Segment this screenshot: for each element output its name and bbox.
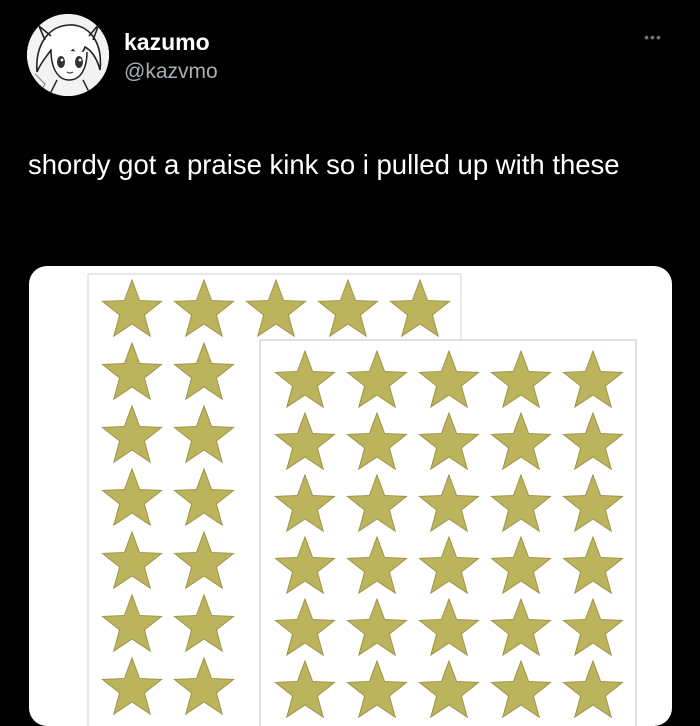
tweet-media[interactable] [29,266,672,726]
tweet[interactable]: kazumo @kazvmo ••• shordy got a praise k… [0,0,700,726]
author-handle[interactable]: @kazvmo [124,60,218,84]
gold-star-stickers-image [87,273,637,726]
more-options-icon[interactable]: ••• [640,30,666,44]
author-avatar[interactable] [27,14,109,96]
tweet-text: shordy got a praise kink so i pulled up … [28,149,620,180]
author-display-name[interactable]: kazumo [124,29,210,55]
anime-avatar-icon [27,14,109,96]
